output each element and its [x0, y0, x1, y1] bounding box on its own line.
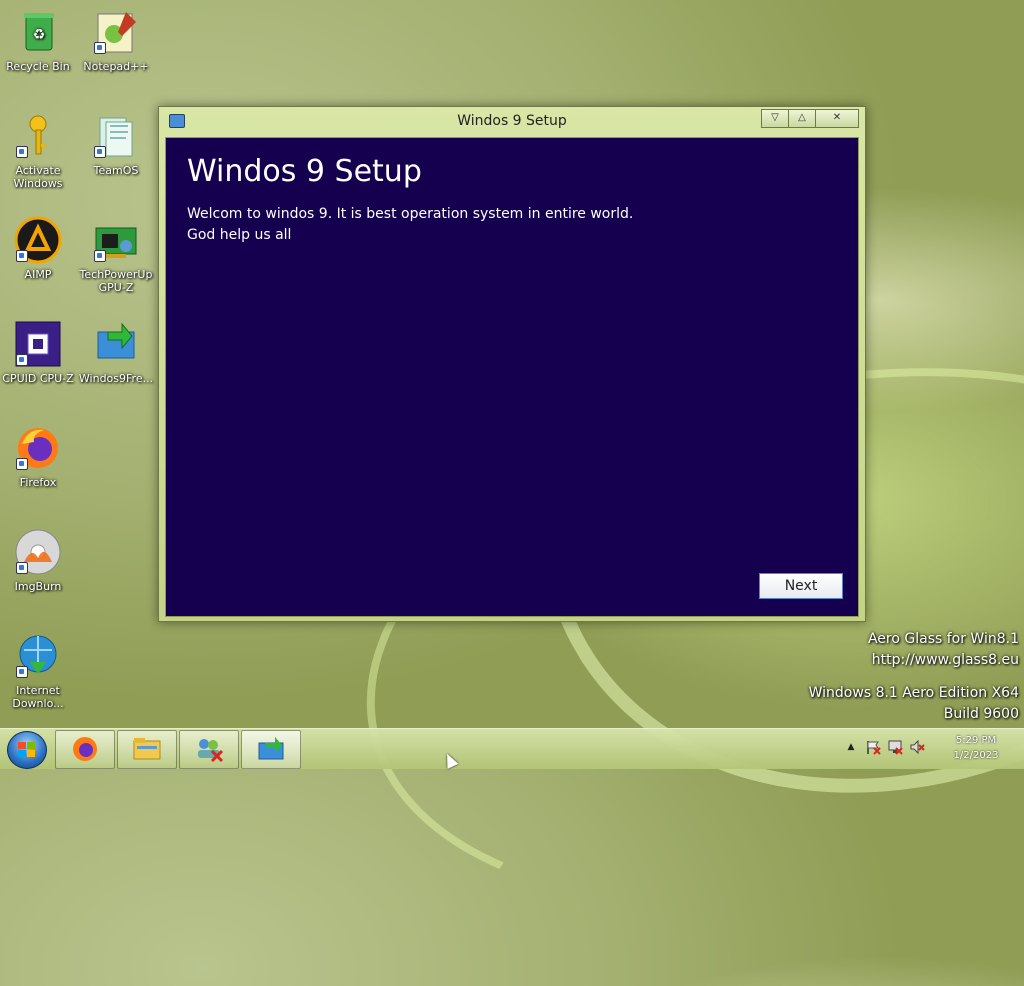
taskbar-windos9-setup[interactable] [241, 730, 301, 769]
recycle-bin-icon: ♻ [14, 8, 62, 56]
aero-glass-watermark: Aero Glass for Win8.1 http://www.glass8.… [868, 629, 1019, 671]
shortcut-arrow-icon [16, 250, 28, 262]
shortcut-arrow-icon [16, 354, 28, 366]
watermark-line-3: Windows 8.1 Aero Edition X64 [808, 685, 1019, 701]
users-network-icon [198, 739, 224, 763]
desktop-icon-imgburn[interactable]: ImgBurn [0, 528, 76, 593]
taskbar-network-app[interactable] [179, 730, 239, 769]
window-titlebar[interactable]: Windos 9 Setup ▽ △ ✕ [159, 107, 865, 137]
setup-message-line-2: God help us all [187, 227, 292, 243]
maximize-button[interactable]: △ [788, 109, 816, 128]
shortcut-arrow-icon [16, 666, 28, 678]
graphics-card-icon [92, 216, 140, 264]
watermark-line-1: Aero Glass for Win8.1 [867, 631, 1019, 647]
system-tray: ▲ [843, 739, 925, 755]
globe-download-icon [14, 632, 62, 680]
shortcut-arrow-icon [94, 42, 106, 54]
windows-logo-icon [18, 742, 36, 758]
desktop-icon-activate-windows[interactable]: Activate Windows [0, 112, 76, 190]
setup-heading: Windos 9 Setup [187, 154, 422, 189]
desktop-icon-recycle-bin[interactable]: ♻ Recycle Bin [0, 8, 76, 73]
cpu-chip-icon [14, 320, 62, 368]
shortcut-arrow-icon [94, 146, 106, 158]
setup-message-line-1: Welcom to windos 9. It is best operation… [187, 206, 634, 222]
taskbar-file-explorer[interactable] [117, 730, 177, 769]
setup-window: Windos 9 Setup ▽ △ ✕ Windos 9 Setup Welc… [158, 106, 866, 622]
watermark-line-2: http://www.glass8.eu [871, 652, 1019, 668]
setup-message: Welcom to windos 9. It is best operation… [187, 204, 633, 246]
shortcut-arrow-icon [94, 250, 106, 262]
taskbar-clock[interactable]: 5:29 PM 1/2/2023 [944, 733, 1008, 763]
desktop-icon-windos9-setup[interactable]: Windos9Fre... [78, 320, 154, 385]
desktop-icon-aimp[interactable]: AIMP [0, 216, 76, 281]
watermark-line-4: Build 9600 [943, 706, 1019, 722]
desktop-icon-notepad-plus-plus[interactable]: Notepad++ [78, 8, 154, 73]
desktop-icon-teamos[interactable]: TeamOS [78, 112, 154, 177]
shortcut-arrow-icon [16, 458, 28, 470]
desktop-icon-internet-download-manager[interactable]: Internet Downlo... [0, 632, 76, 710]
folder-icon [133, 738, 161, 760]
setup-installer-icon [258, 737, 284, 760]
key-icon [14, 112, 62, 160]
caption-buttons: ▽ △ ✕ [761, 109, 859, 128]
desktop-icon-firefox[interactable]: Firefox [0, 424, 76, 489]
desktop-icon-gpuz[interactable]: TechPowerUp GPU-Z [78, 216, 154, 294]
svg-text:♻: ♻ [33, 27, 46, 43]
close-button[interactable]: ✕ [815, 109, 859, 128]
window-title: Windos 9 Setup [457, 113, 567, 129]
shortcut-arrow-icon [16, 562, 28, 574]
taskbar: ▲ 5:29 PM 1/2/2023 [0, 728, 1024, 769]
minimize-button[interactable]: ▽ [761, 109, 789, 128]
notepad-plus-plus-icon [92, 8, 140, 56]
action-center-flag-icon[interactable] [865, 739, 881, 755]
clock-date: 1/2/2023 [953, 750, 999, 761]
firefox-icon [14, 424, 62, 472]
document-stack-icon [92, 112, 140, 160]
tray-chevron-button[interactable]: ▲ [843, 739, 859, 755]
shortcut-arrow-icon [16, 146, 28, 158]
volume-muted-icon[interactable] [909, 739, 925, 755]
clock-time: 5:29 PM [955, 735, 997, 746]
setup-installer-icon [92, 320, 140, 368]
aimp-icon [14, 216, 62, 264]
setup-content: Windos 9 Setup Welcom to windos 9. It is… [165, 137, 859, 617]
taskbar-firefox[interactable] [55, 730, 115, 769]
start-button[interactable] [7, 731, 47, 769]
network-icon[interactable] [887, 739, 903, 755]
firefox-icon [73, 737, 97, 761]
desktop-icon-cpuz[interactable]: CPUID CPU-Z [0, 320, 76, 385]
disc-burn-icon [14, 528, 62, 576]
edition-watermark: Windows 8.1 Aero Edition X64 Build 9600 [809, 683, 1019, 725]
next-button[interactable]: Next [759, 573, 843, 599]
